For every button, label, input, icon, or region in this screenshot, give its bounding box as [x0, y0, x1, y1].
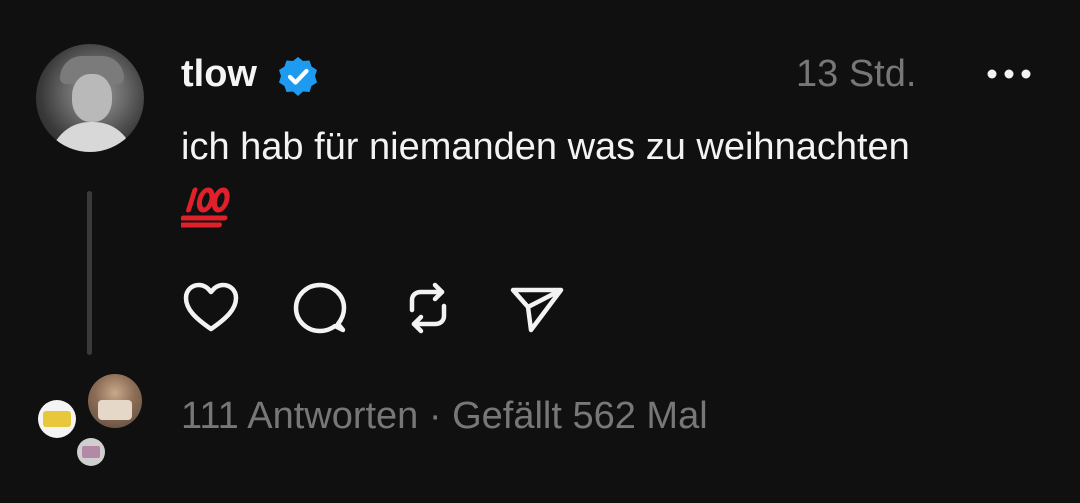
replier-avatar[interactable]	[88, 374, 142, 428]
replier-avatar-detail	[98, 400, 132, 420]
replier-avatar[interactable]	[77, 438, 105, 466]
hundred-points-emoji-icon	[181, 187, 230, 228]
verified-badge-icon	[279, 57, 317, 96]
author-username[interactable]: tlow	[181, 52, 257, 96]
like-heart-icon[interactable]	[181, 278, 241, 338]
author-avatar[interactable]	[36, 44, 144, 152]
avatar-face-shape	[72, 74, 112, 122]
more-options-icon[interactable]	[984, 56, 1034, 92]
share-send-icon[interactable]	[507, 278, 567, 338]
repost-icon[interactable]	[398, 278, 458, 338]
replier-avatar-detail	[43, 411, 71, 427]
reply-comment-icon[interactable]	[290, 278, 350, 338]
thread-connector-line	[87, 191, 92, 355]
avatar-shirt-shape	[50, 122, 134, 152]
post-timestamp: 13 Std.	[796, 53, 917, 95]
post-text: ich hab für niemanden was zu weihnachten	[181, 126, 910, 168]
replier-avatar[interactable]	[38, 400, 76, 438]
thread-post: tlow 13 Std. ich hab für niemanden was z…	[0, 0, 1080, 503]
post-stats[interactable]: 111 Antworten · Gefällt 562 Mal	[181, 393, 708, 439]
replier-avatar-detail	[82, 446, 100, 458]
